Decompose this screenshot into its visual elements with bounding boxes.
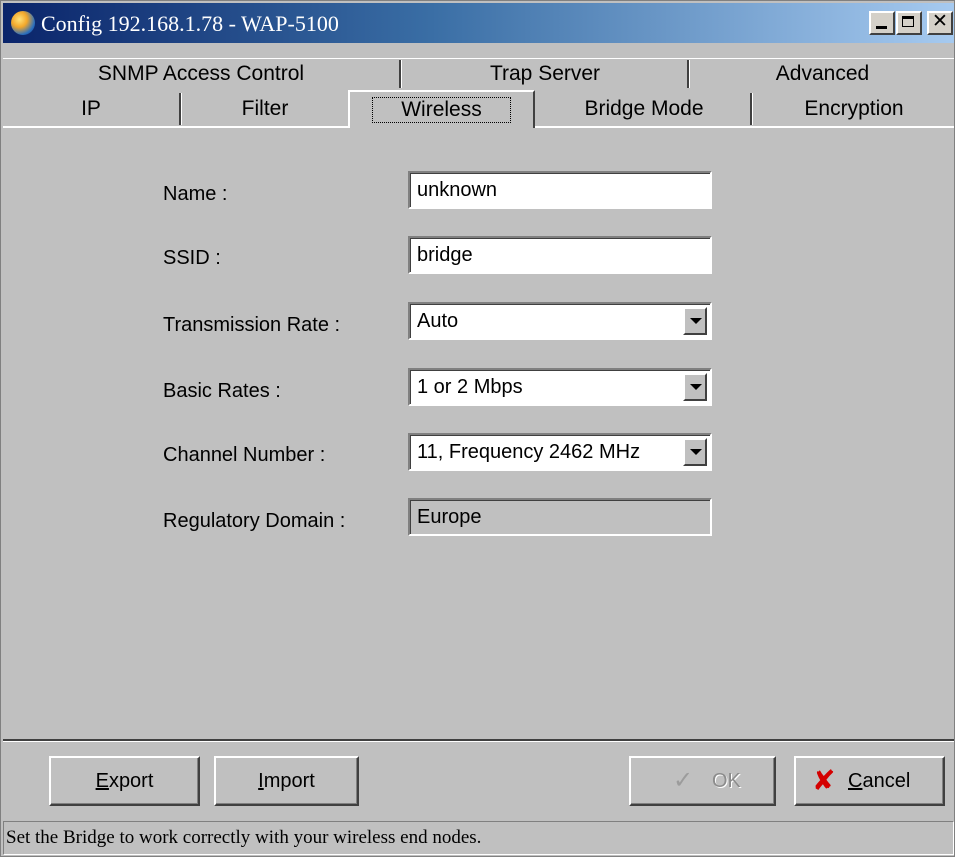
panel-border bbox=[3, 741, 954, 742]
transmission-rate-value: Auto bbox=[417, 310, 459, 332]
ok-button[interactable]: ✓ OK bbox=[629, 756, 776, 806]
tab-separator bbox=[399, 60, 402, 88]
close-button[interactable]: ✕ bbox=[927, 10, 953, 35]
tab-separator bbox=[179, 93, 182, 125]
window-title: Config 192.168.1.78 - WAP-5100 bbox=[41, 11, 339, 36]
chevron-down-icon[interactable] bbox=[683, 373, 707, 401]
export-mnemonic: E bbox=[95, 770, 109, 792]
red-x-icon: ✘ bbox=[812, 764, 836, 797]
export-button[interactable]: Export bbox=[49, 756, 200, 806]
basic-rates-select[interactable]: 1 or 2 Mbps bbox=[408, 368, 712, 406]
ok-label: OK bbox=[712, 770, 741, 792]
channel-number-label: Channel Number : bbox=[163, 444, 326, 466]
channel-number-value: 11, Frequency 2462 MHz bbox=[417, 441, 641, 463]
tab-label: IP bbox=[81, 97, 101, 120]
tab-row-divider bbox=[3, 58, 954, 59]
channel-number-select[interactable]: 11, Frequency 2462 MHz bbox=[408, 433, 712, 471]
tab-label: SNMP Access Control bbox=[97, 62, 305, 85]
regulatory-domain-field: Europe bbox=[408, 498, 712, 536]
tab-encryption[interactable]: Encryption bbox=[754, 91, 954, 125]
maximize-button[interactable] bbox=[896, 11, 922, 35]
checkmark-icon: ✓ bbox=[673, 767, 694, 794]
tab-wireless[interactable]: Wireless bbox=[348, 90, 535, 128]
ssid-label: SSID : bbox=[163, 247, 221, 269]
transmission-rate-select[interactable]: Auto bbox=[408, 302, 712, 340]
chevron-down-icon[interactable] bbox=[683, 438, 707, 466]
tab-label: Wireless bbox=[372, 97, 511, 123]
name-label: Name : bbox=[163, 183, 228, 205]
chevron-down-icon[interactable] bbox=[683, 307, 707, 335]
cancel-mnemonic: C bbox=[848, 770, 863, 792]
export-label: xport bbox=[108, 770, 154, 792]
tab-label: Bridge Mode bbox=[584, 97, 704, 120]
tab-snmp-access-control[interactable]: SNMP Access Control bbox=[3, 60, 399, 90]
transmission-rate-label: Transmission Rate : bbox=[163, 314, 341, 336]
tab-separator bbox=[750, 93, 753, 125]
status-text: Set the Bridge to work correctly with yo… bbox=[6, 827, 482, 848]
tab-ip[interactable]: IP bbox=[3, 91, 179, 125]
tab-separator bbox=[687, 60, 690, 88]
globe-icon bbox=[11, 11, 35, 35]
import-label: mport bbox=[263, 770, 315, 792]
tab-bridge-mode[interactable]: Bridge Mode bbox=[538, 91, 750, 125]
close-icon: ✕ bbox=[932, 10, 948, 32]
name-input[interactable]: unknown bbox=[408, 171, 712, 209]
tab-label: Filter bbox=[241, 97, 289, 120]
ssid-input[interactable]: bridge bbox=[408, 236, 712, 274]
cancel-button[interactable]: ✘ Cancel bbox=[794, 756, 945, 806]
config-window: Config 192.168.1.78 - WAP-5100 ✕ SNMP Ac… bbox=[0, 0, 955, 857]
basic-rates-label: Basic Rates : bbox=[163, 380, 281, 402]
tab-label: Trap Server bbox=[489, 62, 601, 85]
title-bar[interactable]: Config 192.168.1.78 - WAP-5100 ✕ bbox=[3, 3, 954, 43]
status-bar: Set the Bridge to work correctly with yo… bbox=[3, 821, 954, 855]
import-button[interactable]: Import bbox=[214, 756, 359, 806]
regulatory-domain-label: Regulatory Domain : bbox=[163, 510, 346, 532]
tab-filter[interactable]: Filter bbox=[183, 91, 347, 125]
minimize-button[interactable] bbox=[869, 11, 895, 35]
tab-advanced[interactable]: Advanced bbox=[691, 60, 954, 90]
cancel-label-rest: ancel bbox=[862, 770, 911, 792]
tab-label: Encryption bbox=[804, 97, 904, 120]
tab-trap-server[interactable]: Trap Server bbox=[403, 60, 687, 90]
tab-label: Advanced bbox=[775, 62, 870, 85]
cancel-label: Cancel bbox=[848, 758, 910, 804]
basic-rates-value: 1 or 2 Mbps bbox=[417, 376, 523, 398]
